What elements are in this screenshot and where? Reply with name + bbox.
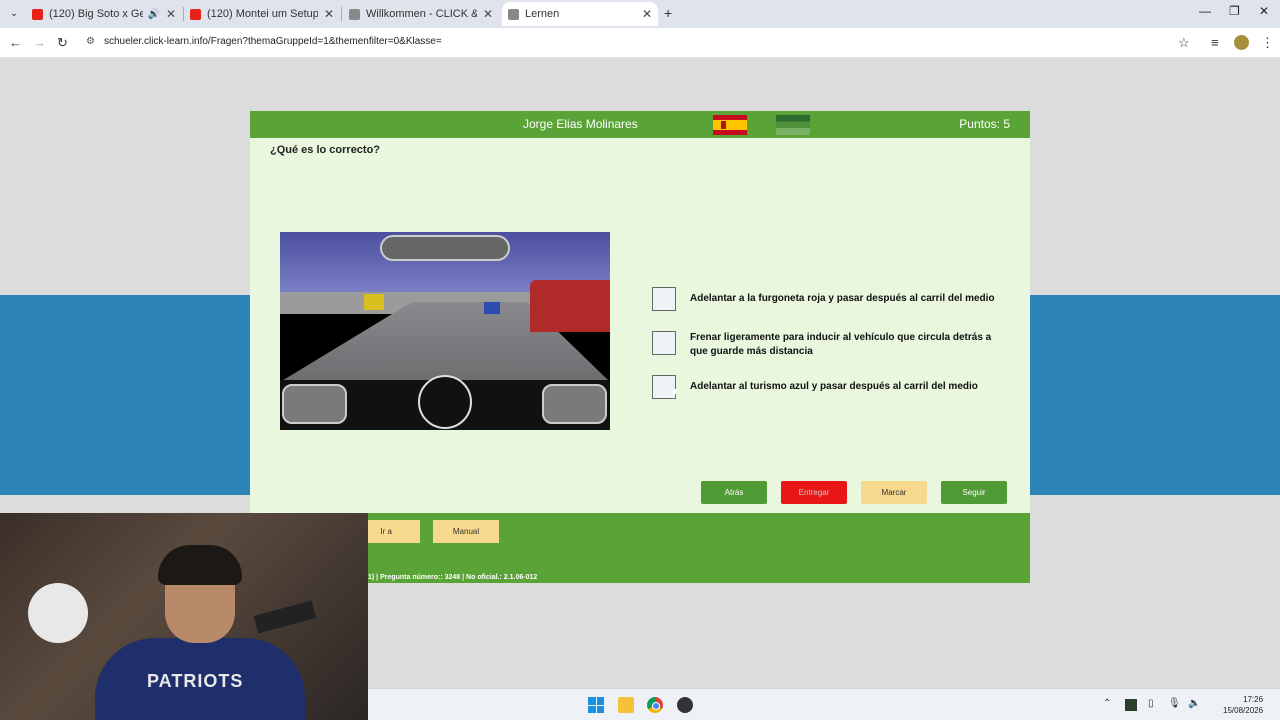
answer-checkbox-2[interactable] (652, 331, 676, 355)
answer-option-2[interactable]: Frenar ligeramente para inducir al vehíc… (652, 331, 1005, 359)
answer-text-2: Frenar ligeramente para inducir al vehíc… (690, 332, 992, 357)
close-tab-icon[interactable]: ✕ (483, 7, 493, 21)
address-bar: ← → ↻ ⚙ schueler.click-learn.info/Fragen… (0, 28, 1280, 58)
battery-icon[interactable]: ▯ (1148, 698, 1154, 709)
microphone-arm (253, 600, 317, 634)
speaker-icon[interactable]: 🔊 (147, 9, 159, 20)
bookmark-star-icon[interactable]: ☆ (1178, 35, 1190, 51)
spanish-flag-icon[interactable] (713, 115, 747, 135)
left-side-mirror (282, 384, 347, 424)
shirt-text: PATRIOTS (147, 671, 244, 691)
youtube-icon (32, 8, 43, 20)
clock-date: 15/08/2026 (1223, 706, 1264, 715)
reload-icon[interactable]: ↻ (57, 35, 68, 51)
profile-avatar[interactable] (1234, 35, 1249, 50)
close-window-icon[interactable]: ✕ (1259, 4, 1269, 18)
obs-icon[interactable] (677, 697, 693, 713)
close-tab-icon[interactable]: ✕ (642, 7, 652, 21)
question-card: Jorge Elias Molinares Puntos: 5 ¿Qué es … (250, 111, 1030, 513)
clock-time: 17:26 (1243, 695, 1264, 704)
user-name: Jorge Elias Molinares (523, 117, 638, 131)
forward-arrow-icon[interactable]: → (33, 35, 46, 50)
close-tab-icon[interactable]: ✕ (166, 7, 176, 21)
windows-start-icon[interactable] (588, 697, 604, 713)
browser-tab-active[interactable]: Lernen ✕ (502, 2, 658, 26)
submit-button[interactable]: Entregar (781, 481, 847, 504)
tray-chevron-icon[interactable]: ⌃ (1103, 698, 1111, 709)
clicklearn-icon (349, 8, 360, 20)
taskbar-clock[interactable]: 17:26 15/08/2026 (1223, 694, 1263, 716)
minimize-icon[interactable]: — (1199, 4, 1211, 18)
tab-title: (120) Montei um Setup de Co (207, 8, 318, 20)
tab-title: (120) Big Soto x Gera MX - (49, 8, 144, 20)
next-button[interactable]: Seguir (941, 481, 1007, 504)
language-flag-icon[interactable] (776, 115, 810, 135)
back-button[interactable]: Atrás (701, 481, 767, 504)
driving-scene-image (280, 232, 610, 430)
tab-separator (341, 7, 342, 21)
menu-dots-icon[interactable]: ⋮ (1261, 35, 1274, 51)
close-tab-icon[interactable]: ✕ (324, 7, 334, 21)
new-tab-icon[interactable]: + (664, 5, 672, 21)
answer-option-3[interactable]: Adelantar al turismo azul y pasar despué… (652, 375, 1005, 399)
question-title: ¿Qué es lo correcto? (270, 144, 381, 156)
answer-option-1[interactable]: Adelantar a la furgoneta roja y pasar de… (652, 287, 1005, 311)
file-explorer-icon[interactable] (618, 697, 634, 713)
tab-title: Lernen (525, 8, 560, 20)
tab-title: Willkommen - CLICK & LEARN (366, 8, 477, 20)
mouse-cursor-icon (673, 389, 678, 399)
browser-tab-1[interactable]: (120) Big Soto x Gera MX - 🔊 ✕ (26, 2, 182, 26)
chrome-icon[interactable] (647, 697, 663, 713)
nvidia-icon[interactable] (1125, 699, 1137, 711)
card-header: Jorge Elias Molinares Puntos: 5 (250, 111, 1030, 138)
person-hair (158, 545, 242, 585)
taskbar: ⌃ ▯ 🎙 🔈 17:26 15/08/2026 (368, 688, 1280, 720)
answer-checkbox-1[interactable] (652, 287, 676, 311)
rearview-mirror (380, 235, 510, 261)
browser-tab-3[interactable]: Willkommen - CLICK & LEARN ✕ (343, 2, 499, 26)
answer-text-1: Adelantar a la furgoneta roja y pasar de… (690, 293, 995, 304)
tab-search-icon[interactable]: ⌄ (6, 6, 22, 22)
answer-text-3: Adelantar al turismo azul y pasar despué… (690, 381, 978, 392)
site-info-icon[interactable]: ⚙ (86, 36, 95, 47)
fan-image (28, 583, 88, 643)
manual-button[interactable]: Manual (433, 520, 499, 543)
volume-icon[interactable]: 🔈 (1188, 698, 1200, 709)
reading-list-icon[interactable]: ≡ (1211, 35, 1219, 50)
webcam-overlay: PATRIOTS (0, 513, 368, 720)
restore-icon[interactable]: ❐ (1229, 4, 1240, 18)
goto-button[interactable]: Ir a (360, 520, 420, 543)
browser-tab-2[interactable]: (120) Montei um Setup de Co ✕ (184, 2, 340, 26)
mark-button[interactable]: Marcar (861, 481, 927, 504)
microphone-icon[interactable]: 🎙 (1168, 698, 1181, 709)
back-arrow-icon[interactable]: ← (9, 35, 22, 50)
browser-tab-bar: ⌄ (120) Big Soto x Gera MX - 🔊 ✕ (120) M… (0, 0, 1280, 28)
points-label: Puntos: 5 (959, 117, 1010, 131)
right-side-mirror (542, 384, 607, 424)
url-field[interactable]: schueler.click-learn.info/Fragen?themaGr… (104, 36, 442, 47)
speedometer-icon (418, 375, 472, 429)
clicklearn-icon (508, 8, 519, 20)
youtube-icon (190, 8, 201, 20)
footer-info: 1) | Pregunta número:: 3248 | No oficial… (368, 574, 538, 581)
